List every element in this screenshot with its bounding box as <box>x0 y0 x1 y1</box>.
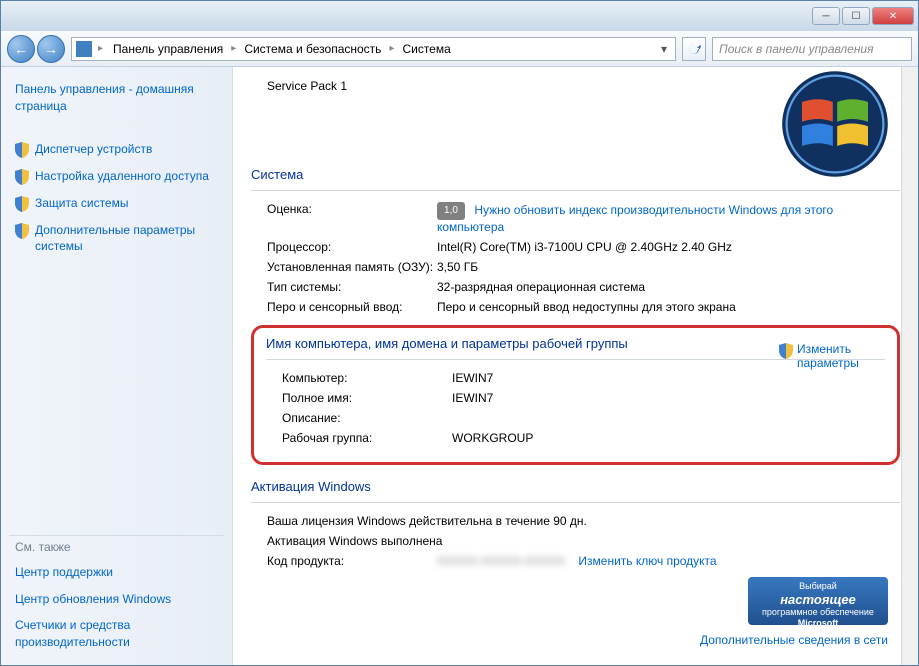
prop-row-computer: Компьютер: IEWIN7 <box>266 368 885 388</box>
genuine-microsoft-badge[interactable]: Выбирай настоящее программное обеспечени… <box>748 577 888 625</box>
activation-line: Ваша лицензия Windows действительна в те… <box>251 511 900 531</box>
sidebar-item-device-manager[interactable]: Диспетчер устройств <box>9 137 224 162</box>
forward-button[interactable]: → <box>37 35 65 63</box>
prop-label: Тип системы: <box>267 280 437 294</box>
oem-line: программное обеспечение <box>752 607 884 618</box>
sidebar-item-label: Счетчики и средства производительности <box>15 617 218 651</box>
prop-row-product-key: Код продукта: XXXXX-XXXXX-XXXXX Изменить… <box>251 551 900 571</box>
breadcrumb: Панель управления ▸ Система и безопаснос… <box>109 40 455 58</box>
prop-value: WORKGROUP <box>452 431 885 445</box>
prop-row-fullname: Полное имя: IEWIN7 <box>266 388 885 408</box>
change-settings-link[interactable]: Изменить параметры <box>779 342 879 370</box>
prop-row-pen: Перо и сенсорный ввод: Перо и сенсорный … <box>251 297 900 317</box>
sidebar-item-label: Защита системы <box>35 195 128 212</box>
shield-icon <box>15 169 29 185</box>
refresh-button[interactable] <box>682 37 706 61</box>
prop-label: Код продукта: <box>267 554 437 568</box>
titlebar: ─ ☐ ✕ <box>1 1 918 31</box>
sidebar-home-link[interactable]: Панель управления - домашняя страница <box>9 77 224 119</box>
oem-line: настоящее <box>752 592 884 608</box>
address-dropdown-icon[interactable]: ▾ <box>657 42 671 56</box>
sidebar-home-label: Панель управления - домашняя страница <box>15 81 218 115</box>
prop-label: Процессор: <box>267 240 437 254</box>
content-pane: Service Pack 1 Система Оценка: 1,0 Нужно… <box>233 67 918 665</box>
breadcrumb-item[interactable]: Система и безопасность <box>240 40 385 58</box>
chevron-right-icon: ▸ <box>229 43 238 54</box>
activation-line: Активация Windows выполнена <box>251 531 900 551</box>
sidebar-item-label: Центр поддержки <box>15 564 113 581</box>
oem-line: Microsoft <box>752 618 884 629</box>
breadcrumb-item[interactable]: Система <box>398 40 454 58</box>
prop-label: Перо и сенсорный ввод: <box>267 300 437 314</box>
see-also-header: См. также <box>9 535 224 558</box>
oem-line: Выбирай <box>752 581 884 592</box>
close-button[interactable]: ✕ <box>872 7 914 25</box>
back-button[interactable]: ← <box>7 35 35 63</box>
shield-icon <box>779 343 793 359</box>
chevron-right-icon: ▸ <box>387 43 396 54</box>
prop-label: Описание: <box>282 411 452 425</box>
refresh-icon <box>687 42 701 56</box>
sidebar: Панель управления - домашняя страница Ди… <box>1 67 233 665</box>
prop-value: Intel(R) Core(TM) i3-7100U CPU @ 2.40GHz… <box>437 240 900 254</box>
prop-row-rating: Оценка: 1,0 Нужно обновить индекс произв… <box>251 199 900 237</box>
activation-section-header: Активация Windows <box>251 479 900 494</box>
more-info-online-link[interactable]: Дополнительные сведения в сети <box>700 633 888 647</box>
prop-row-workgroup: Рабочая группа: WORKGROUP <box>266 428 885 448</box>
sidebar-item-label: Диспетчер устройств <box>35 141 152 158</box>
shield-icon <box>15 223 29 239</box>
rating-badge: 1,0 <box>437 202 465 220</box>
scrollbar[interactable] <box>901 67 918 665</box>
body: Панель управления - домашняя страница Ди… <box>1 67 918 665</box>
sidebar-item-remote[interactable]: Настройка удаленного доступа <box>9 164 224 189</box>
search-input[interactable]: Поиск в панели управления <box>712 37 912 61</box>
prop-label: Установленная память (ОЗУ): <box>267 260 437 274</box>
change-key-link[interactable]: Изменить ключ продукта <box>578 554 716 568</box>
prop-row-description: Описание: <box>266 408 885 428</box>
search-placeholder: Поиск в панели управления <box>719 42 874 56</box>
activation-text: Ваша лицензия Windows действительна в те… <box>267 514 587 528</box>
prop-label: Оценка: <box>267 202 437 234</box>
sidebar-item-label: Центр обновления Windows <box>15 591 171 608</box>
prop-label: Рабочая группа: <box>282 431 452 445</box>
prop-row-type: Тип системы: 32-разрядная операционная с… <box>251 277 900 297</box>
shield-icon <box>15 142 29 158</box>
prop-row-cpu: Процессор: Intel(R) Core(TM) i3-7100U CP… <box>251 237 900 257</box>
sidebar-item-windows-update[interactable]: Центр обновления Windows <box>9 587 224 612</box>
prop-value: 32-разрядная операционная система <box>437 280 900 294</box>
maximize-button[interactable]: ☐ <box>842 7 870 25</box>
breadcrumb-item[interactable]: Панель управления <box>109 40 227 58</box>
activation-text: Активация Windows выполнена <box>267 534 442 548</box>
prop-label: Компьютер: <box>282 371 452 385</box>
address-bar[interactable]: ▸ Панель управления ▸ Система и безопасн… <box>71 37 676 61</box>
sidebar-item-label: Настройка удаленного доступа <box>35 168 209 185</box>
rating-update-link[interactable]: Нужно обновить индекс производительности… <box>437 203 833 234</box>
prop-value: 3,50 ГБ <box>437 260 900 274</box>
prop-row-ram: Установленная память (ОЗУ): 3,50 ГБ <box>251 257 900 277</box>
sidebar-item-action-center[interactable]: Центр поддержки <box>9 560 224 585</box>
prop-value <box>452 411 885 425</box>
windows-logo-icon <box>780 69 890 179</box>
prop-value: Перо и сенсорный ввод недоступны для это… <box>437 300 900 314</box>
navbar: ← → ▸ Панель управления ▸ Система и безо… <box>1 31 918 67</box>
control-panel-icon <box>76 41 92 57</box>
computer-name-section-highlight: Имя компьютера, имя домена и параметры р… <box>251 325 900 465</box>
prop-label: Полное имя: <box>282 391 452 405</box>
sidebar-item-perf-tools[interactable]: Счетчики и средства производительности <box>9 613 224 655</box>
shield-icon <box>15 196 29 212</box>
window: ─ ☐ ✕ ← → ▸ Панель управления ▸ Система … <box>0 0 919 666</box>
chevron-right-icon: ▸ <box>96 43 105 54</box>
sidebar-item-label: Дополнительные параметры системы <box>35 222 218 256</box>
change-settings-label: Изменить параметры <box>797 342 879 370</box>
prop-value: IEWIN7 <box>452 371 885 385</box>
minimize-button[interactable]: ─ <box>812 7 840 25</box>
prop-value: IEWIN7 <box>452 391 885 405</box>
sidebar-item-protection[interactable]: Защита системы <box>9 191 224 216</box>
sidebar-item-advanced[interactable]: Дополнительные параметры системы <box>9 218 224 260</box>
product-key-hidden: XXXXX-XXXXX-XXXXX <box>437 554 565 568</box>
